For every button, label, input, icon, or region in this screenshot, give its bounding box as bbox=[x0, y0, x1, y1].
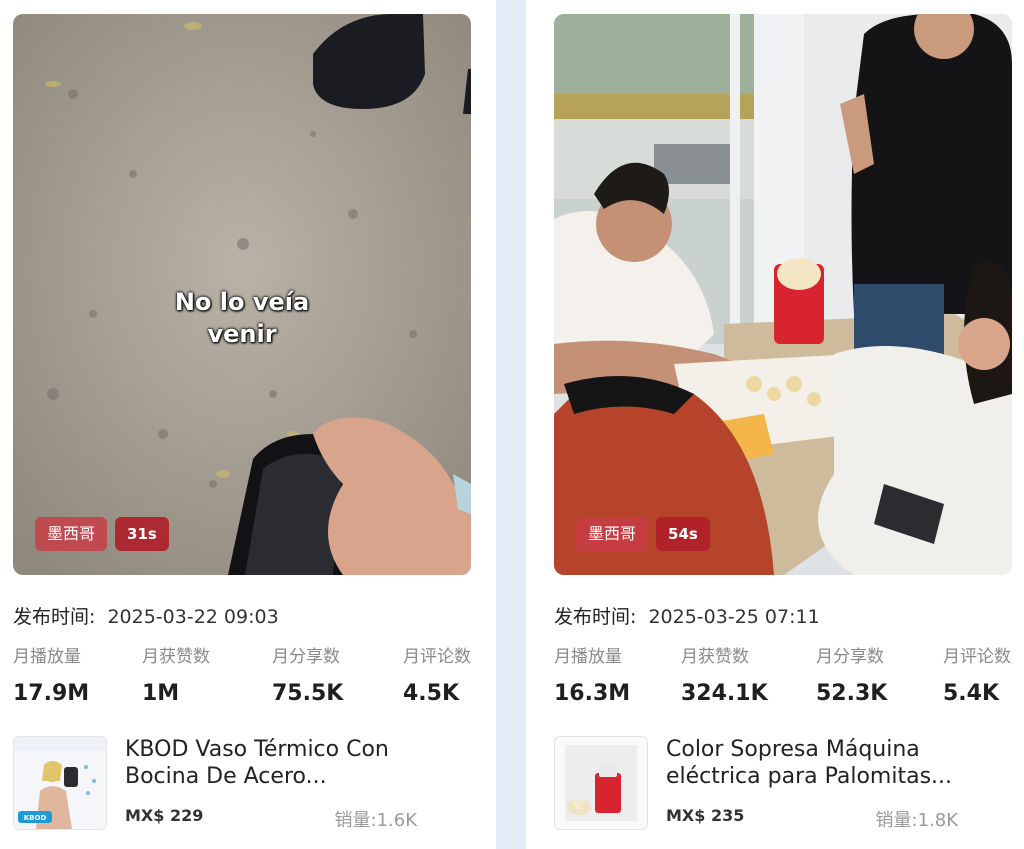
country-badge: 墨西哥 bbox=[35, 517, 108, 551]
video-card-1[interactable]: No lo veía venir 墨西哥 31s 发布时间: 2025-03-2… bbox=[13, 0, 473, 849]
product-price: MX$ 229 bbox=[125, 806, 204, 825]
publish-time-value: 2025-03-25 07:11 bbox=[648, 606, 820, 628]
stat-monthly-shares: 月分享数 75.5K bbox=[272, 642, 343, 706]
stat-monthly-comments: 月评论数 5.4K bbox=[943, 642, 1011, 706]
video-thumbnail[interactable]: 墨西哥 54s bbox=[554, 14, 1012, 575]
stat-label: 月评论数 bbox=[943, 647, 1011, 667]
country-badge: 墨西哥 bbox=[576, 517, 649, 551]
thumbnail-badges: 墨西哥 31s bbox=[35, 517, 169, 551]
stat-monthly-views: 月播放量 16.3M bbox=[554, 642, 630, 706]
publish-time-label: 发布时间: bbox=[554, 606, 637, 628]
stat-monthly-likes: 月获赞数 1M bbox=[142, 642, 210, 706]
stat-label: 月分享数 bbox=[272, 647, 340, 667]
column-divider bbox=[496, 0, 526, 849]
thumbnail-image bbox=[554, 14, 1012, 575]
stat-monthly-comments: 月评论数 4.5K bbox=[403, 642, 471, 706]
product-image[interactable] bbox=[554, 736, 648, 830]
stat-label: 月播放量 bbox=[554, 647, 622, 667]
stat-value: 17.9M bbox=[13, 681, 90, 706]
stat-value: 75.5K bbox=[272, 681, 344, 706]
stat-value: 52.3K bbox=[816, 681, 888, 706]
publish-time-row: 发布时间: 2025-03-22 09:03 bbox=[13, 602, 279, 629]
product-sales: 销量:1.8K bbox=[875, 810, 959, 831]
stat-value: 324.1K bbox=[681, 681, 768, 706]
product-image[interactable]: KBOD bbox=[13, 736, 107, 830]
publish-time-value: 2025-03-22 09:03 bbox=[107, 606, 279, 628]
stat-label: 月评论数 bbox=[403, 647, 471, 667]
product-title[interactable]: Color Sopresa Máquina eléctrica para Pal… bbox=[666, 736, 1006, 790]
product-row[interactable]: KBOD KBOD Vaso Térmico Con Bocina De Ace… bbox=[13, 736, 473, 831]
publish-time-row: 发布时间: 2025-03-25 07:11 bbox=[554, 602, 820, 629]
product-sales: 销量:1.6K bbox=[334, 810, 418, 831]
stat-value: 4.5K bbox=[403, 681, 460, 706]
stats-row: 月播放量 16.3M 月获赞数 324.1K 月分享数 52.3K 月评论数 5… bbox=[554, 642, 1014, 712]
duration-badge: 54s bbox=[656, 517, 710, 551]
svg-text:KBOD: KBOD bbox=[24, 814, 47, 822]
stat-value: 1M bbox=[142, 681, 180, 706]
video-card-2[interactable]: 墨西哥 54s 发布时间: 2025-03-25 07:11 月播放量 16.3… bbox=[554, 0, 1014, 849]
stat-label: 月分享数 bbox=[816, 647, 884, 667]
product-title[interactable]: KBOD Vaso Térmico Con Bocina De Acero... bbox=[125, 736, 465, 790]
stat-label: 月播放量 bbox=[13, 647, 81, 667]
duration-badge: 31s bbox=[115, 517, 169, 551]
stat-value: 5.4K bbox=[943, 681, 1000, 706]
stat-value: 16.3M bbox=[554, 681, 631, 706]
product-price: MX$ 235 bbox=[666, 806, 745, 825]
video-thumbnail[interactable]: No lo veía venir 墨西哥 31s bbox=[13, 14, 471, 575]
video-caption: No lo veía venir bbox=[174, 288, 310, 348]
stat-monthly-views: 月播放量 17.9M bbox=[13, 642, 89, 706]
product-row[interactable]: Color Sopresa Máquina eléctrica para Pal… bbox=[554, 736, 1014, 831]
thumbnail-badges: 墨西哥 54s bbox=[576, 517, 710, 551]
stat-monthly-shares: 月分享数 52.3K bbox=[816, 642, 887, 706]
stat-monthly-likes: 月获赞数 324.1K bbox=[681, 642, 768, 706]
stats-row: 月播放量 17.9M 月获赞数 1M 月分享数 75.5K 月评论数 4.5K bbox=[13, 642, 473, 712]
stat-label: 月获赞数 bbox=[681, 647, 749, 667]
publish-time-label: 发布时间: bbox=[13, 606, 96, 628]
stat-label: 月获赞数 bbox=[142, 647, 210, 667]
